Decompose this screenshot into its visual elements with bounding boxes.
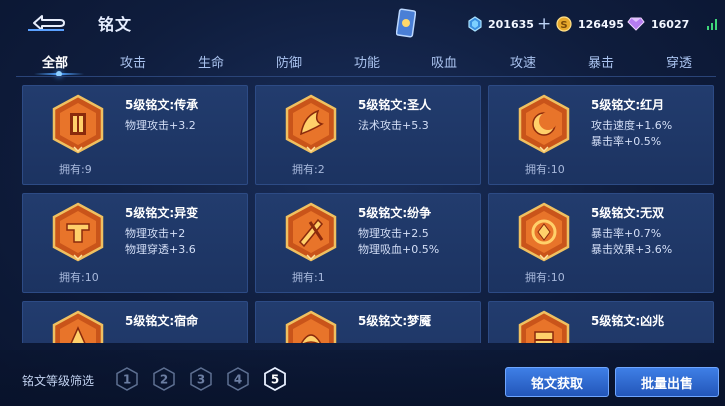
gem-icon	[627, 17, 645, 31]
level-5-label: 5	[271, 373, 279, 387]
wifi-signal-icon	[707, 19, 717, 30]
svg-text:S: S	[560, 20, 567, 31]
owned-count: 拥有:2	[292, 163, 325, 176]
page-title: 铭文	[98, 15, 133, 34]
owned-count: 拥有:10	[59, 271, 99, 284]
rune-name: 5级铭文:红月	[591, 98, 665, 112]
diamond-icon	[468, 16, 482, 32]
rune-mengyan-icon	[285, 310, 337, 343]
rune-card-chuancheng[interactable]: 5级铭文:传承 物理攻击+3.2 拥有:9	[22, 85, 248, 185]
level-2-filter[interactable]: 2	[153, 367, 175, 391]
rune-wushuang-icon	[518, 202, 570, 262]
rune-name: 5级铭文:圣人	[358, 98, 432, 112]
rune-card-yibian[interactable]: 5级铭文:异变 物理攻击+2 物理穿透+3.6 拥有:10	[22, 193, 248, 293]
level-4-filter[interactable]: 4	[227, 367, 249, 391]
tab-all[interactable]: 全部	[42, 52, 68, 71]
rune-name: 5级铭文:凶兆	[591, 314, 665, 328]
rune-card-xiongzhao[interactable]: 5级铭文:凶兆	[488, 301, 714, 343]
level-1-label: 1	[123, 373, 131, 387]
rune-yibian-icon	[52, 202, 104, 262]
rune-grid: 5级铭文:传承 物理攻击+3.2 拥有:9 5级铭文:圣人 法术攻击+5.3 拥…	[22, 85, 714, 343]
rune-name: 5级铭文:传承	[125, 98, 199, 112]
gold-coin-icon: S	[556, 16, 572, 32]
tab-attack-speed[interactable]: 攻速	[510, 52, 536, 71]
rune-card-fenzheng[interactable]: 5级铭文:纷争 物理攻击+2.5 物理吸血+0.5% 拥有:1	[255, 193, 481, 293]
rune-name: 5级铭文:纷争	[358, 206, 432, 220]
rune-card-icon[interactable]	[396, 8, 416, 38]
level-3-label: 3	[197, 373, 205, 387]
rune-card-hongyue[interactable]: 5级铭文:红月 攻击速度+1.6% 暴击率+0.5% 拥有:10	[488, 85, 714, 185]
owned-count: 拥有:10	[525, 163, 565, 176]
top-bar: 铭文 201635 + S 126495 16027	[0, 0, 725, 46]
back-arrow-icon[interactable]	[24, 12, 68, 34]
tab-defense[interactable]: 防御	[276, 52, 302, 71]
rune-fenzheng-icon	[285, 202, 337, 262]
tab-utility[interactable]: 功能	[354, 52, 380, 71]
owned-count: 拥有:10	[525, 271, 565, 284]
rune-attribute: 法术攻击+5.3	[358, 119, 429, 132]
rune-hongyue-icon	[518, 94, 570, 154]
rune-attribute: 暴击效果+3.6%	[591, 243, 673, 256]
tab-crit[interactable]: 暴击	[588, 52, 614, 71]
rune-card-mengyan[interactable]: 5级铭文:梦魇	[255, 301, 481, 343]
level-2-label: 2	[160, 373, 168, 387]
owned-count: 拥有:1	[292, 271, 325, 284]
rune-card-suming[interactable]: 5级铭文:宿命	[22, 301, 248, 343]
tab-attack[interactable]: 攻击	[120, 52, 146, 71]
gem-currency: 16027	[627, 14, 689, 34]
level-3-filter[interactable]: 3	[190, 367, 212, 391]
rune-suming-icon	[52, 310, 104, 343]
rune-attribute: 物理攻击+2	[125, 227, 186, 240]
level-5-filter[interactable]: 5	[264, 367, 286, 391]
bottom-bar: 铭文等级筛选 1 2 3 4 5 铭文获取 批量出售	[0, 350, 725, 406]
rune-card-wushuang[interactable]: 5级铭文:无双 暴击率+0.7% 暴击效果+3.6% 拥有:10	[488, 193, 714, 293]
level-filter-label: 铭文等级筛选	[22, 374, 95, 388]
category-tabs: 全部 攻击 生命 防御 功能 吸血 攻速 暴击 穿透	[16, 46, 716, 77]
obtain-rune-button[interactable]: 铭文获取	[505, 367, 609, 397]
rune-attribute: 物理攻击+2.5	[358, 227, 429, 240]
rune-name: 5级铭文:宿命	[125, 314, 199, 328]
rune-name: 5级铭文:异变	[125, 206, 199, 220]
rune-attribute: 暴击率+0.7%	[591, 227, 662, 240]
level-4-label: 4	[234, 373, 242, 387]
owned-count: 拥有:9	[59, 163, 92, 176]
add-diamond-button[interactable]: +	[537, 15, 551, 33]
diamond-value: 201635	[488, 17, 534, 31]
tab-health[interactable]: 生命	[198, 52, 224, 71]
rune-name: 5级铭文:梦魇	[358, 314, 432, 328]
rune-xiongzhao-icon	[518, 310, 570, 343]
diamond-currency: 201635 +	[468, 14, 551, 34]
rune-chuancheng-icon	[52, 94, 104, 154]
tab-penetration[interactable]: 穿透	[666, 52, 692, 71]
rune-attribute: 物理吸血+0.5%	[358, 243, 440, 256]
bulk-sell-button[interactable]: 批量出售	[615, 367, 719, 397]
tabs-divider	[16, 76, 716, 77]
rune-attribute: 物理攻击+3.2	[125, 119, 196, 132]
rune-name: 5级铭文:无双	[591, 206, 665, 220]
rune-attribute: 暴击率+0.5%	[591, 135, 662, 148]
tab-lifesteal[interactable]: 吸血	[431, 52, 457, 71]
gem-value: 16027	[651, 17, 690, 31]
rune-shengren-icon	[285, 94, 337, 154]
rune-attribute: 攻击速度+1.6%	[591, 119, 673, 132]
rune-card-shengren[interactable]: 5级铭文:圣人 法术攻击+5.3 拥有:2	[255, 85, 481, 185]
level-1-filter[interactable]: 1	[116, 367, 138, 391]
gold-currency: S 126495	[556, 14, 624, 34]
rune-attribute: 物理穿透+3.6	[125, 243, 196, 256]
gold-value: 126495	[578, 17, 624, 31]
